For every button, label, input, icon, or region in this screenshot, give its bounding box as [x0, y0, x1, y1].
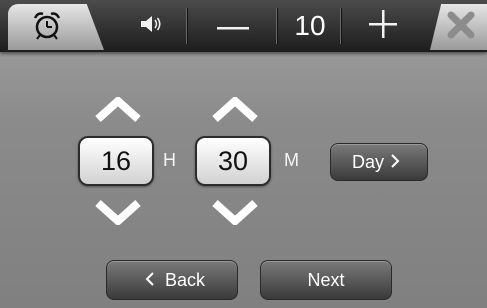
chevron-right-icon — [390, 152, 400, 173]
speaker-button[interactable] — [128, 6, 174, 46]
next-button[interactable]: Next — [260, 260, 392, 300]
minute-up-button[interactable] — [212, 95, 258, 123]
volume-up-button[interactable] — [344, 6, 422, 46]
hour-down-button[interactable] — [95, 199, 141, 227]
top-bar: 10 — [0, 0, 487, 52]
close-button[interactable] — [430, 4, 487, 50]
chevron-down-icon — [212, 200, 258, 227]
chevron-down-icon — [95, 200, 141, 227]
alarm-tab[interactable] — [8, 4, 104, 50]
back-button[interactable]: Back — [106, 260, 238, 300]
divider — [276, 8, 277, 44]
minute-down-button[interactable] — [212, 199, 258, 227]
minus-icon — [217, 17, 249, 35]
speaker-icon — [140, 15, 162, 38]
hour-unit-label: H — [163, 150, 176, 170]
plus-icon — [369, 9, 397, 43]
chevron-up-icon — [212, 95, 258, 122]
minute-unit-label: M — [284, 150, 299, 170]
hour-up-button[interactable] — [95, 95, 141, 123]
hour-value[interactable]: 16 — [78, 136, 154, 186]
next-button-label: Next — [307, 269, 345, 290]
volume-down-button[interactable] — [190, 6, 276, 46]
day-button[interactable]: Day — [330, 143, 428, 181]
alarm-settings-screen: 10 16 H 30 M Day Back Next — [0, 0, 487, 308]
minute-value[interactable]: 30 — [195, 136, 271, 186]
divider — [186, 8, 187, 44]
day-button-label: Day — [351, 151, 384, 172]
volume-value: 10 — [294, 10, 326, 41]
alarm-clock-icon — [33, 10, 62, 45]
back-button-label: Back — [164, 269, 206, 290]
chevron-up-icon — [95, 95, 141, 122]
chevron-left-icon — [145, 270, 155, 291]
volume-level: 10 — [280, 6, 340, 46]
close-icon — [447, 11, 475, 44]
divider — [340, 8, 341, 44]
